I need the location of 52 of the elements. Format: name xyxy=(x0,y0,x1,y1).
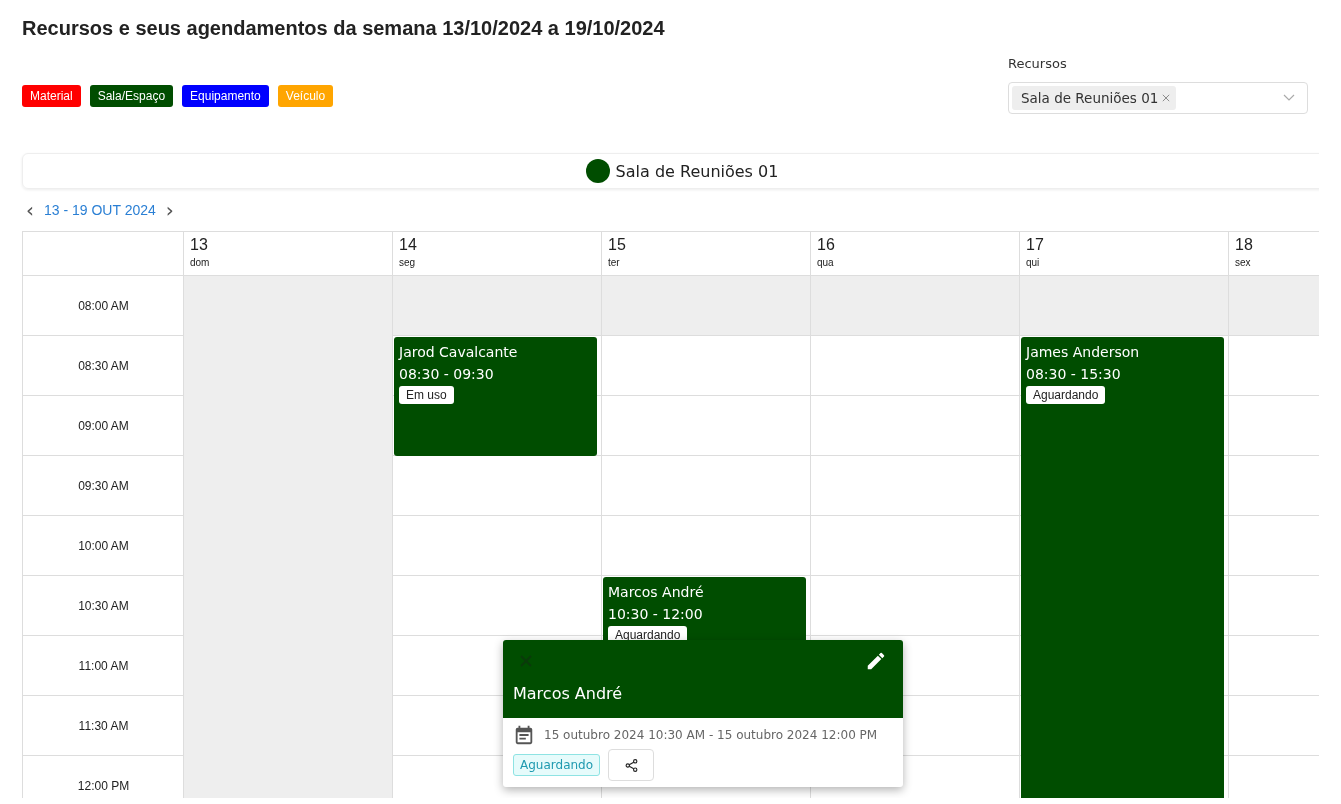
event-title: Jarod Cavalcante xyxy=(399,344,519,360)
page-title: Recursos e seus agendamentos da semana 13/10/2024 a 19/10/2024 xyxy=(22,17,665,40)
chevron-down-icon[interactable] xyxy=(1283,94,1295,102)
event-title: James Anderson xyxy=(1026,344,1141,360)
weekday-label: ter xyxy=(608,257,621,268)
week-range-link[interactable]: 13 - 19 OUT 2024 xyxy=(44,202,156,218)
event-time: 08:30 - 09:30 xyxy=(399,366,495,382)
time-label: 08:00 AM xyxy=(78,299,129,313)
calendar-icon xyxy=(513,724,535,746)
time-label: 11:00 AM xyxy=(78,659,129,673)
time-label: 08:30 AM xyxy=(78,359,129,373)
day-number: 18 xyxy=(1235,236,1254,254)
day-number: 17 xyxy=(1026,236,1045,254)
filter-label: Recursos xyxy=(1008,56,1068,71)
legend-tag: Material xyxy=(22,85,81,107)
resource-select[interactable]: Sala de Reuniões 01 xyxy=(1008,82,1308,114)
share-button[interactable] xyxy=(608,749,655,781)
time-label: 11:30 AM xyxy=(78,719,129,733)
legend-tag: Equipamento xyxy=(182,85,269,107)
pencil-icon[interactable] xyxy=(865,650,887,672)
day-number: 14 xyxy=(399,236,418,254)
time-label: 09:30 AM xyxy=(78,479,129,493)
resource-name: Sala de Reuniões 01 xyxy=(615,161,779,181)
weekday-label: qui xyxy=(1026,257,1041,268)
weekday-label: dom xyxy=(190,257,211,268)
time-label: 09:00 AM xyxy=(78,419,129,433)
next-week-button[interactable]: › xyxy=(161,198,178,222)
status-badge: Aguardando xyxy=(513,754,601,776)
day-number: 15 xyxy=(608,236,627,254)
legend-tag: Sala/Espaço xyxy=(89,85,174,107)
close-icon[interactable] xyxy=(1162,94,1171,102)
event-card[interactable]: James Anderson 08:30 - 15:30 Aguardando xyxy=(1021,337,1224,798)
selected-chip[interactable]: Sala de Reuniões 01 xyxy=(1012,86,1177,110)
event-card[interactable]: Jarod Cavalcante 08:30 - 09:30 Em uso xyxy=(394,337,597,456)
time-label: 10:00 AM xyxy=(78,539,129,553)
day-number: 13 xyxy=(190,236,209,254)
weekday-label: qua xyxy=(817,257,835,268)
event-datetime: 15 outubro 2024 10:30 AM - 15 outubro 2024 12:00 PM xyxy=(544,728,878,742)
time-label: 10:30 AM xyxy=(78,599,129,613)
event-time: 08:30 - 15:30 xyxy=(1026,366,1122,382)
weekday-label: sex xyxy=(1235,257,1252,268)
status-badge: Aguardando xyxy=(1026,386,1106,404)
previous-week-button[interactable]: ‹ xyxy=(22,198,38,222)
popup-title: Marcos André xyxy=(513,684,624,703)
time-label: 12:00 PM xyxy=(77,779,130,793)
event-title: Marcos André xyxy=(608,584,705,600)
legend-tag: Veículo xyxy=(277,85,334,107)
share-icon xyxy=(624,758,638,772)
weekday-label: seg xyxy=(399,257,417,268)
day-number: 16 xyxy=(817,236,836,254)
event-time: 10:30 - 12:00 xyxy=(608,606,704,622)
status-badge: Em uso xyxy=(399,386,454,404)
